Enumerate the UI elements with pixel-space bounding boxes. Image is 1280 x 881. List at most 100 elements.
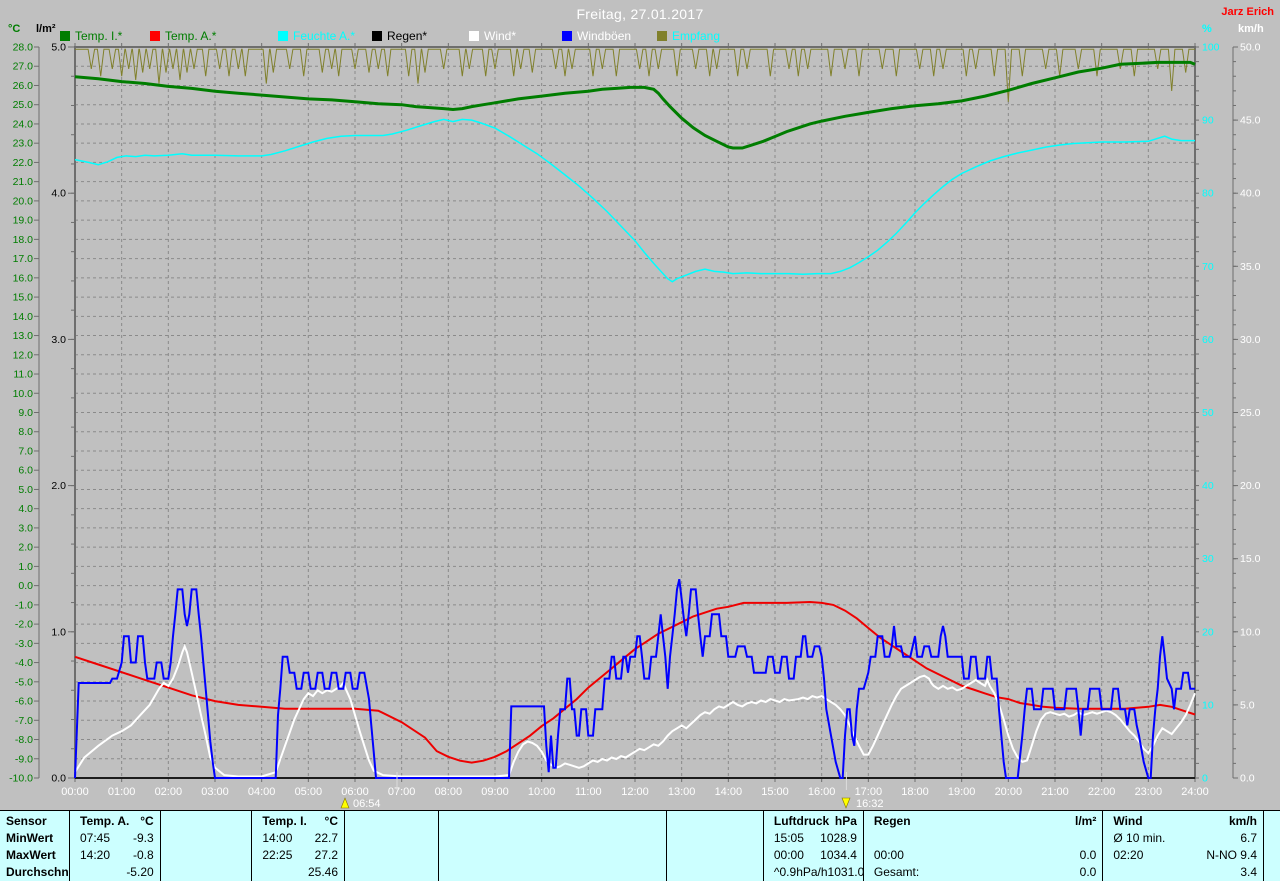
x-axis-label: 03:00: [201, 786, 229, 798]
table-column-empty-5: [667, 811, 764, 881]
x-axis-label: 06:00: [341, 786, 369, 798]
humidity-axis-label: 50: [1202, 407, 1214, 419]
temp-axis-label: 2.0: [18, 542, 33, 554]
table-column-header: [161, 813, 252, 830]
temp-axis-label: -2.0: [15, 619, 33, 631]
x-axis-label: 21:00: [1041, 786, 1069, 798]
rain-axis-label: 5.0: [51, 42, 66, 54]
temp-axis-label: 11.0: [13, 369, 33, 381]
table-cell: [864, 830, 1102, 847]
rain-axis-label: 2.0: [51, 480, 66, 492]
x-axis-label: 11:00: [575, 786, 602, 798]
x-axis-label: 15:00: [761, 786, 789, 798]
x-axis-label: 22:00: [1088, 786, 1116, 798]
table-row-label: Sensor: [0, 813, 69, 830]
x-axis-label: 07:00: [388, 786, 416, 798]
wind-axis-label: 0.0: [1240, 773, 1255, 785]
wind-axis-label: 10.0: [1240, 626, 1261, 638]
table-cell: [1264, 847, 1280, 864]
temp-axis-label: -8.0: [15, 734, 33, 746]
x-axis-label: 23:00: [1135, 786, 1163, 798]
sunset-icon: [842, 798, 850, 808]
table-column-empty-4: [439, 811, 668, 881]
x-axis-label: 20:00: [995, 786, 1023, 798]
temp-axis-label: 12.0: [13, 349, 34, 361]
x-axis-label: 18:00: [901, 786, 929, 798]
table-column-empty-1: [161, 811, 253, 881]
table-column-temp-i-: Temp. I.°C14:0022.722:2527.225.46: [252, 811, 345, 881]
humidity-axis-label: 100: [1202, 42, 1220, 54]
x-axis-label: 13:00: [668, 786, 696, 798]
x-axis-label: 10:00: [528, 786, 556, 798]
x-axis-label: 02:00: [155, 786, 183, 798]
wind-axis-label: 30.0: [1240, 334, 1261, 346]
temp-axis-label: 26.0: [13, 80, 34, 92]
temp-axis-label: 6.0: [18, 465, 33, 477]
temp-axis-label: 0.0: [18, 580, 33, 592]
table-cell: [161, 830, 252, 847]
sunrise-icon: [341, 798, 349, 808]
table-cell: [439, 847, 667, 864]
wind-axis-label: 35.0: [1240, 261, 1261, 273]
rain-axis-label: 1.0: [51, 626, 66, 638]
temp-axis-label: 9.0: [18, 407, 33, 419]
temp-axis-label: -7.0: [15, 715, 33, 727]
table-cell: [1264, 864, 1280, 881]
temp-axis-label: -3.0: [15, 638, 33, 650]
humidity-axis-label: 90: [1202, 115, 1214, 127]
rain-axis-label: 4.0: [51, 188, 66, 200]
x-axis-label: 12:00: [621, 786, 649, 798]
table-column-header: Windkm/h: [1103, 813, 1263, 830]
table-column-regen: Regenl/m²00:000.0Gesamt:0.0: [864, 811, 1103, 881]
temp-axis-label: 4.0: [18, 503, 33, 515]
temp-axis-label: 5.0: [18, 484, 33, 496]
table-column-header: Regenl/m²: [864, 813, 1102, 830]
table-cell: [345, 847, 438, 864]
sunset-time-label: 16:32: [856, 798, 884, 810]
humidity-axis-label: 20: [1202, 626, 1214, 638]
table-cell: [667, 847, 763, 864]
temp-axis-label: 16.0: [13, 272, 34, 284]
table-cell: [439, 830, 667, 847]
x-axis-label: 14:00: [715, 786, 743, 798]
temp-axis-label: 18.0: [13, 234, 34, 246]
temp-axis-label: -1.0: [15, 599, 33, 611]
x-axis-label: 24:00: [1181, 786, 1209, 798]
table-column-empty-3: [345, 811, 439, 881]
temp-axis-label: -5.0: [15, 676, 33, 688]
table-column-header: [345, 813, 438, 830]
x-axis-label: 01:00: [108, 786, 136, 798]
temp-axis-label: 25.0: [13, 99, 34, 111]
temp-axis-label: 17.0: [13, 253, 34, 265]
temp-axis-label: 14.0: [13, 311, 34, 323]
temp-axis-label: 19.0: [13, 215, 34, 227]
table-row-label: Durchschnitt: [0, 864, 69, 881]
humidity-axis-label: 30: [1202, 553, 1214, 565]
temp-axis-label: 21.0: [13, 176, 34, 188]
temp-axis-label: -6.0: [15, 696, 33, 708]
wind-axis-label: 40.0: [1240, 188, 1261, 200]
humidity-axis-label: 60: [1202, 334, 1214, 346]
wind-axis-label: 50.0: [1240, 42, 1261, 54]
table-cell: 25.46: [252, 864, 344, 881]
temp-axis-label: 28.0: [13, 42, 34, 54]
sunrise-time-label: 06:54: [353, 798, 381, 810]
temp-axis-label: 23.0: [13, 138, 34, 150]
table-cell: 3.4: [1103, 864, 1263, 881]
humidity-axis-label: 10: [1202, 699, 1214, 711]
x-axis-label: 16:00: [808, 786, 836, 798]
temp-axis-label: 13.0: [13, 330, 34, 342]
temp-axis-label: 10.0: [13, 388, 34, 400]
table-cell: [161, 864, 252, 881]
table-column-temp-a-: Temp. A.°C07:45-9.314:20-0.8-5.20: [70, 811, 161, 881]
x-axis-label: 09:00: [481, 786, 509, 798]
temp-axis-label: 7.0: [18, 445, 33, 457]
table-column-header: Temp. I.°C: [252, 813, 344, 830]
x-axis-label: 00:00: [61, 786, 89, 798]
table-cell: Ø 10 min.6.7: [1103, 830, 1263, 847]
table-cell: 14:0022.7: [252, 830, 344, 847]
table-rowlabel-column: SensorMinWertMaxWertDurchschnitt: [0, 811, 70, 881]
wind-axis-label: 15.0: [1240, 553, 1261, 565]
weather-station-window: Freitag, 27.01.2017 Jarz Erich °C l/m² %…: [0, 0, 1280, 881]
x-axis-label: 19:00: [948, 786, 976, 798]
